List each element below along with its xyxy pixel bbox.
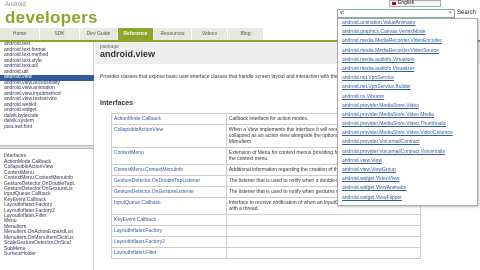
suggestion-item[interactable]: android.media.MediaRecorder.VideoSource: [338, 47, 477, 56]
suggestion-item[interactable]: android.provider.VoicemailContract.Voice…: [338, 148, 477, 157]
suggestion-item[interactable]: android.provider.MediaStore.Video.Thumbn…: [338, 120, 477, 129]
suggestion-item[interactable]: android.widget.ViewFlipper: [338, 194, 477, 203]
tab-home[interactable]: Home: [0, 28, 40, 40]
tab-videos[interactable]: Videos: [192, 28, 228, 40]
interface-link[interactable]: ActionMode.Callback: [111, 113, 227, 125]
interface-link[interactable]: KeyEvent.Callback: [111, 214, 227, 226]
package-description: Provides classes that expose basic user …: [100, 74, 350, 80]
interface-link[interactable]: ContextMenu.ContextMenuInfo: [111, 164, 227, 176]
suggestion-item[interactable]: android.provider.VoicemailContract: [338, 138, 477, 147]
suggestion-item[interactable]: android.os.Vibrator: [338, 93, 477, 102]
clear-icon[interactable]: ✕: [448, 10, 452, 16]
flag-icon: [392, 2, 396, 5]
page-title: android.view: [100, 49, 156, 59]
suggestion-item[interactable]: android.provider.MediaStore.Video: [338, 102, 477, 111]
package-item[interactable]: java.awt.font: [0, 124, 94, 131]
interface-link[interactable]: InputQueue.Callback: [111, 197, 227, 215]
search-input[interactable]: vi: [337, 9, 455, 18]
search-input-value: vi: [340, 10, 344, 16]
suggestion-item[interactable]: android.provider.MediaStore.Video.VideoC…: [338, 129, 477, 138]
table-row: LayoutInflater.Filter: [111, 247, 422, 259]
interface-link[interactable]: CollapsibleActionView: [111, 124, 227, 148]
interface-link[interactable]: GestureDetector.OnGestureListener: [111, 186, 227, 198]
interface-description: [225, 236, 422, 248]
tab-resources[interactable]: Resources: [154, 28, 192, 40]
interface-description: [225, 214, 422, 226]
language-select[interactable]: English: [389, 0, 441, 7]
interface-link[interactable]: GestureDetector.OnDoubleTapListener: [111, 175, 227, 187]
suggestion-item[interactable]: android.widget.VideoView: [338, 175, 477, 184]
table-row: LayoutInflater.Factory: [111, 225, 422, 237]
interface-link[interactable]: ContextMenu: [111, 147, 227, 165]
tab-dev-guide[interactable]: Dev Guide: [80, 28, 118, 40]
suggestion-item[interactable]: android.widget.ViewAnimator: [338, 184, 477, 193]
interface-description: [225, 247, 422, 259]
interface-link[interactable]: LayoutInflater.Factory2: [111, 236, 227, 248]
suggestion-item[interactable]: android.media.audiofx.Visualizer: [338, 65, 477, 74]
developers-logo[interactable]: Android developers: [5, 2, 97, 27]
tab-sdk[interactable]: SDK: [40, 28, 80, 40]
reference-sidebar: android.test android.text.format android…: [0, 42, 94, 270]
suggestion-item[interactable]: android.net.VpnService: [338, 74, 477, 83]
tab-reference[interactable]: Reference: [118, 28, 154, 40]
search-button[interactable]: Search: [456, 9, 477, 18]
suggestion-item[interactable]: android.media.MediaRecorder.VideoEncoder: [338, 37, 477, 46]
tab-blog[interactable]: Blog: [228, 28, 264, 40]
search-suggestions: android.animation.ValueAnimator android.g…: [337, 18, 478, 206]
interface-link[interactable]: LayoutInflater.Factory: [111, 225, 227, 237]
table-row: LayoutInflater.Factory2: [111, 236, 422, 248]
package-list[interactable]: android.test android.text.format android…: [0, 42, 94, 145]
table-row: KeyEvent.Callback: [111, 214, 422, 226]
suggestion-item[interactable]: android.graphics.Canvas.VertexMode: [338, 28, 477, 37]
interface-link[interactable]: LayoutInflater.Filter: [111, 247, 227, 259]
suggestion-item[interactable]: android.view.View: [338, 157, 477, 166]
class-item[interactable]: SurfaceHolder: [0, 251, 94, 257]
suggestion-item[interactable]: android.net.VpnService.Builder: [338, 83, 477, 92]
class-list[interactable]: Interfaces ActionMode.Callback Collapsib…: [0, 149, 94, 270]
logo-text: developers: [5, 8, 98, 27]
language-value: English: [398, 0, 415, 6]
suggestion-item[interactable]: android.view.ViewGroup: [338, 166, 477, 175]
section-title: Interfaces: [100, 100, 134, 107]
interface-description: [225, 225, 422, 237]
suggestion-item[interactable]: android.animation.ValueAnimator: [338, 19, 477, 28]
suggestion-item[interactable]: android.provider.MediaStore.Video.Media: [338, 111, 477, 120]
suggestion-item[interactable]: android.media.audiofx.Virtualizer: [338, 56, 477, 65]
